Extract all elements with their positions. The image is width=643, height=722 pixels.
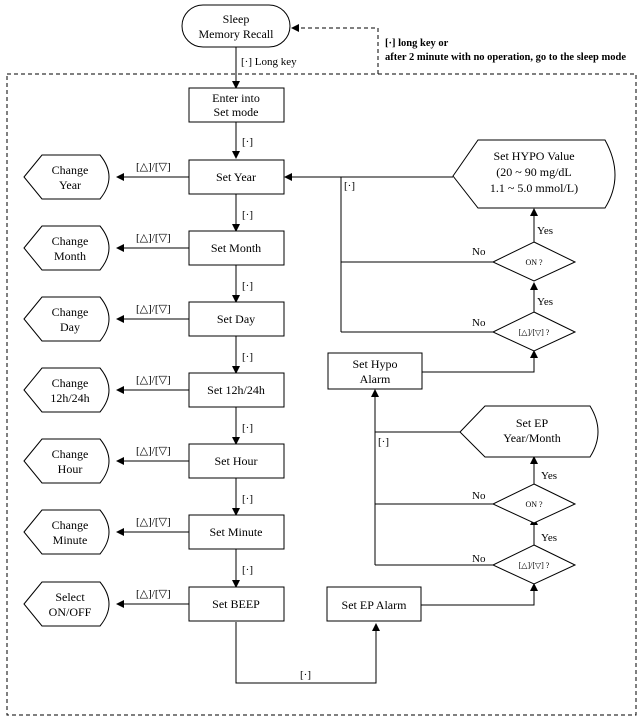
alarm-label: Alarm <box>360 372 391 386</box>
set-ep-label: Set EP <box>516 416 549 430</box>
hypo-on-no-label: No <box>472 246 486 258</box>
dot-key-label: [·] <box>242 351 253 363</box>
enter-into-label: Enter into <box>212 91 260 105</box>
year-month-label: Year/Month <box>503 431 560 445</box>
dot-key-label: [·] <box>242 564 253 576</box>
action-label-line2: Year <box>59 178 81 192</box>
step-5: Set Minute [△]/[▽] ChangeMinute [·] <box>23 509 285 588</box>
step-6: Set BEEP [△]/[▽] SelectON/OFF <box>23 581 285 627</box>
hypo-updown-decision: [△]/[▽] ? <box>491 311 577 352</box>
hypo-updown-no-label: No <box>472 317 486 329</box>
action-label-line1: Change <box>52 305 89 319</box>
step-3: Set 12h/24h [△]/[▽] Change12h/24h [·] <box>23 367 285 445</box>
return-note-line1: [·] long key or <box>385 38 449 49</box>
sleep-label: Sleep <box>223 12 250 26</box>
action-shape <box>23 438 110 484</box>
step-label: Set Day <box>217 312 255 326</box>
hypo-on-yes-label: Yes <box>537 225 553 237</box>
ep-on-decision-label: ON ? <box>525 500 543 509</box>
action-label-line2: Month <box>54 249 86 263</box>
dot-key-label: [·] <box>242 422 253 434</box>
hypo-dot-key-label: [·] <box>344 180 355 192</box>
step-label: Set Month <box>211 241 261 255</box>
ep-updown-decision-label: [△]/[▽] ? <box>519 561 550 570</box>
updown-key-label: [△]/[▽] <box>136 445 171 457</box>
ep-updown-no-label: No <box>472 553 486 565</box>
main-steps: Set Year[△]/[▽]ChangeYear[·]Set Month[△]… <box>23 154 285 627</box>
ep-on-yes-label: Yes <box>541 470 557 482</box>
action-shape <box>23 509 110 555</box>
updown-key-label: [△]/[▽] <box>136 374 171 386</box>
return-note-line2: after 2 minute with no operation, go to … <box>385 52 626 63</box>
memory-recall-label: Memory Recall <box>199 27 275 41</box>
action-label-line1: Select <box>55 590 85 604</box>
updown-key-label: [△]/[▽] <box>136 161 171 173</box>
set-ep-year-month-node: Set EP Year/Month <box>459 405 599 458</box>
step-label: Set 12h/24h <box>207 383 265 397</box>
action-shape <box>23 154 110 200</box>
hypo-range-mgdl-label: (20 ~ 90 mg/dL <box>496 165 572 179</box>
action-shape <box>23 225 110 271</box>
action-label-line2: Hour <box>58 462 83 476</box>
dot-key-label: [·] <box>242 136 253 148</box>
action-shape <box>23 581 110 627</box>
hypo-updown-yes-label: Yes <box>537 296 553 308</box>
updown-key-label: [△]/[▽] <box>136 588 171 600</box>
set-hypo-value-label: Set HYPO Value <box>493 149 574 163</box>
hypo-range-mmol-label: 1.1 ~ 5.0 mmol/L) <box>490 181 578 195</box>
enter-set-mode-node: Enter into Set mode <box>188 87 285 123</box>
dot-key-label: [·] <box>242 280 253 292</box>
set-hypo-alarm-node: Set Hypo Alarm <box>327 352 423 390</box>
ep-on-no-label: No <box>472 490 486 502</box>
action-shape <box>23 296 110 342</box>
ep-updown-yes-label: Yes <box>541 532 557 544</box>
set-mode-label: Set mode <box>214 105 259 119</box>
hypo-on-decision: ON ? <box>491 241 577 282</box>
action-shape <box>23 367 110 413</box>
updown-key-label: [△]/[▽] <box>136 232 171 244</box>
flowchart: Sleep Memory Recall [·] long key or afte… <box>6 4 637 716</box>
step-4: Set Hour [△]/[▽] ChangeHour [·] <box>23 438 285 516</box>
action-label-line2: ON/OFF <box>49 605 92 619</box>
step-label: Set Minute <box>210 525 263 539</box>
step-2: Set Day [△]/[▽] ChangeDay [·] <box>23 296 285 374</box>
return-to-sleep-arrow <box>291 24 379 74</box>
action-label-line2: 12h/24h <box>50 391 89 405</box>
action-label-line2: Day <box>60 320 80 334</box>
ep-updown-decision: [△]/[▽] ? <box>491 544 577 585</box>
set-hypo-value-node: Set HYPO Value (20 ~ 90 mg/dL 1.1 ~ 5.0 … <box>452 139 616 209</box>
step-0: Set Year [△]/[▽] ChangeYear [·] <box>23 154 285 232</box>
ep-dot-key-label: [·] <box>378 436 389 448</box>
updown-key-label: [△]/[▽] <box>136 303 171 315</box>
hypo-on-decision-label: ON ? <box>525 258 543 267</box>
set-hypo-label: Set Hypo <box>353 357 398 371</box>
step-1: Set Month [△]/[▽] ChangeMonth [·] <box>23 225 285 303</box>
updown-key-label: [△]/[▽] <box>136 516 171 528</box>
set-ep-alarm-node: Set EP Alarm <box>326 586 422 622</box>
long-key-label: [·] Long key <box>241 56 297 68</box>
action-label-line1: Change <box>52 447 89 461</box>
beep-dot-key-label: [·] <box>300 669 311 681</box>
set-ep-alarm-label: Set EP Alarm <box>342 598 408 612</box>
step-label: Set Hour <box>215 454 258 468</box>
action-label-line2: Minute <box>53 533 88 547</box>
action-label-line1: Change <box>52 163 89 177</box>
dot-key-label: [·] <box>242 209 253 221</box>
action-label-line1: Change <box>52 376 89 390</box>
step-label: Set BEEP <box>212 597 260 611</box>
ep-on-decision: ON ? <box>491 483 577 524</box>
dot-key-label: [·] <box>242 493 253 505</box>
sleep-memory-recall-node: Sleep Memory Recall <box>181 4 291 48</box>
action-label-line1: Change <box>52 518 89 532</box>
ep-alarm-to-decision-arrow <box>421 583 538 606</box>
hypo-alarm-to-decision-arrow <box>422 350 538 373</box>
hypo-updown-decision-label: [△]/[▽] ? <box>519 328 550 337</box>
action-label-line1: Change <box>52 234 89 248</box>
step-label: Set Year <box>216 170 256 184</box>
